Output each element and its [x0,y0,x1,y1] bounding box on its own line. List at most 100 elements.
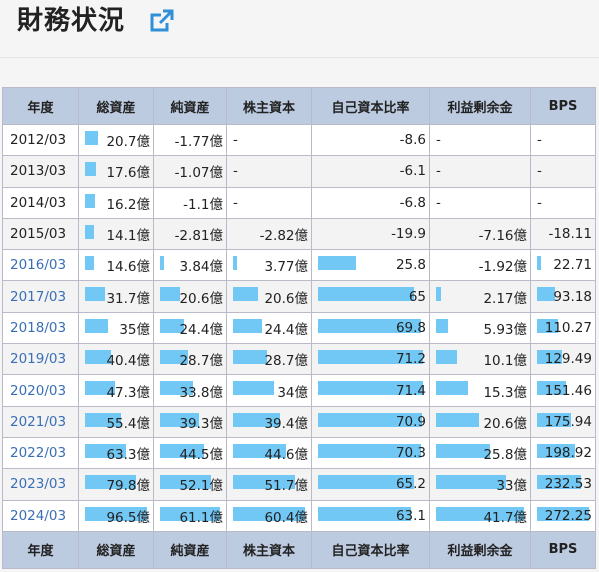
value-text: - [436,163,441,180]
value-text: -2.81億 [174,228,223,245]
value-text: 272.25 [544,507,592,524]
value-cell: 272.25 [530,499,596,532]
value-text: - [537,163,542,180]
value-cell: 33.8億 [153,374,227,407]
value-cell: 16.2億 [78,186,154,219]
value-text: 44.5億 [179,447,223,464]
value-cell: 52.1億 [153,468,227,501]
value-text: 17.6億 [106,165,150,182]
value-text: 61.1億 [179,509,223,526]
value-bar [85,193,95,208]
value-cell: 63.1 [311,499,430,532]
value-cell: - [226,186,312,219]
value-cell: -8.6 [311,123,430,157]
value-text: 22.71 [553,257,592,274]
value-bar [233,256,237,271]
value-cell: 24.4億 [153,311,227,345]
value-cell: 71.4 [311,374,430,407]
table-row: 2021/03 55.4億 39.3億 39.4億 70.9 20.6億 175.94 [2,405,596,438]
value-bar [233,350,267,365]
value-bar [318,287,414,302]
year-link[interactable]: 2022/03 [2,436,79,470]
value-cell: 31.7億 [78,280,154,313]
value-bar [85,131,98,145]
value-cell: 70.9 [311,405,430,438]
value-cell: -19.9 [311,217,430,251]
financial-table: 年度 総資産 純資産 株主資本 自己資本比率 利益剰余金 BPS 2012/03 20.7億 -… [2,87,596,569]
value-text: -1.92億 [478,259,527,276]
year-link[interactable]: 2020/03 [2,374,79,407]
value-bar [537,256,541,271]
value-cell: 51.7億 [226,468,312,501]
value-text: 69.8 [395,319,426,336]
year-link[interactable]: 2018/03 [2,311,79,345]
value-cell: 24.4億 [226,311,312,345]
value-cell: 20.7億 [78,123,154,157]
value-text: 96.5億 [106,509,150,526]
footer-header: 年度 [2,530,79,569]
value-text: -8.6 [399,132,426,149]
value-cell: 20.6億 [226,280,312,313]
year-link[interactable]: 2021/03 [2,405,79,438]
value-cell: 129.49 [530,343,596,376]
table-row: 2016/03 14.6億 3.84億 3.77億 25.8 -1.92億 22.71 [2,249,596,282]
value-text: 3.84億 [179,259,223,276]
value-cell: -7.16億 [429,217,531,251]
column-header: BPS [530,87,596,125]
value-bar [233,318,262,333]
value-cell: 35億 [78,311,154,345]
value-bar [233,381,274,396]
value-text: 20.6億 [264,290,308,307]
external-link-icon[interactable] [148,7,176,35]
value-cell: 63.3億 [78,436,154,470]
value-text: 175.94 [544,413,592,430]
value-text: 10.1億 [483,353,527,370]
value-cell: - [226,123,312,157]
value-text: 70.3 [395,445,426,462]
table-row: 2018/03 35億 24.4億 24.4億 69.8 5.93億 110.27 [2,311,596,345]
value-text: -18.11 [548,226,592,243]
year-cell: 2015/03 [2,217,79,251]
value-text: 28.7億 [179,353,223,370]
table-row: 2019/03 40.4億 28.7億 28.7億 71.2 10.1億 129.49 [2,343,596,376]
value-cell: - [530,123,596,157]
value-text: 110.27 [544,319,592,336]
value-cell: 232.53 [530,468,596,501]
table-row: 2023/03 79.8億 52.1億 51.7億 65.2 33億 232.53 [2,468,596,501]
value-bar [436,443,490,458]
value-bar [85,318,108,333]
value-text: 40.4億 [106,353,150,370]
year-link[interactable]: 2017/03 [2,280,79,313]
value-cell: - [530,155,596,188]
section-header: 財務状況 [0,0,599,58]
value-cell: 20.6億 [153,280,227,313]
table-row: 2012/03 20.7億 -1.77億 - -8.6- - [2,123,596,157]
column-header: 自己資本比率 [311,87,430,125]
value-cell: 39.3億 [153,405,227,438]
year-link[interactable]: 2019/03 [2,343,79,376]
value-cell: 44.5億 [153,436,227,470]
value-cell: - [226,155,312,188]
year-link[interactable]: 2016/03 [2,249,79,282]
footer-header: 株主資本 [226,530,312,569]
divider [0,57,599,58]
footer-header: 純資産 [153,530,227,569]
table-row: 2014/03 16.2億 -1.1億 - -6.8- - [2,186,596,219]
value-text: 63.1 [395,507,426,524]
footer-header: 総資産 [78,530,154,569]
column-header: 株主資本 [226,87,312,125]
value-bar [85,224,94,239]
year-link[interactable]: 2024/03 [2,499,79,532]
year-link[interactable]: 2023/03 [2,468,79,501]
value-cell: 33億 [429,468,531,501]
value-cell: 96.5億 [78,499,154,532]
value-text: -6.1 [399,163,426,180]
value-text: 25.8 [395,257,426,274]
value-cell: -18.11 [530,217,596,251]
value-cell: 25.8 [311,249,430,282]
value-cell: 28.7億 [226,343,312,376]
table-row: 2022/03 63.3億 44.5億 44.6億 70.3 25.8億 198.92 [2,436,596,470]
value-cell: 5.93億 [429,311,531,345]
value-text: -19.9 [391,226,426,243]
value-cell: 28.7億 [153,343,227,376]
